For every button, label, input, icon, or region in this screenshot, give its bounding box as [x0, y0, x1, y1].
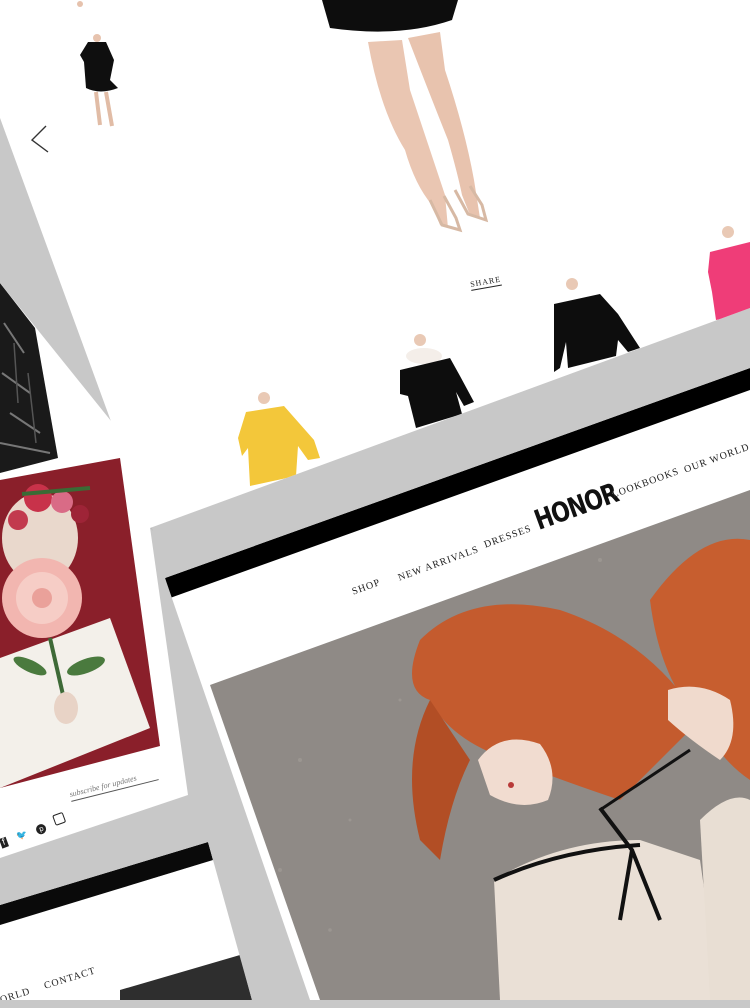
chevron-left-icon[interactable]	[28, 124, 52, 154]
thumbnail-black-white-collar[interactable]	[394, 332, 484, 432]
thumbnail-pink-dress[interactable]	[702, 222, 750, 322]
thumbnail-black-bell-sleeve[interactable]	[548, 276, 648, 376]
thumbnail-yellow-dress[interactable]	[236, 386, 331, 496]
twitter-icon[interactable]: 🐦	[15, 829, 29, 842]
pinterest-icon[interactable]: p	[35, 822, 48, 836]
flower-portrait-image	[0, 458, 160, 788]
bag-nav-contact[interactable]: CONTACT	[43, 966, 97, 992]
instagram-icon[interactable]	[52, 811, 67, 826]
bag-nav-our-world[interactable]: ORLD	[0, 986, 32, 1000]
texture-image	[0, 283, 58, 473]
side-thumbnail-dress[interactable]	[70, 0, 140, 140]
social-icons: f 🐦 p	[0, 810, 68, 851]
facebook-icon[interactable]: f	[0, 836, 10, 849]
